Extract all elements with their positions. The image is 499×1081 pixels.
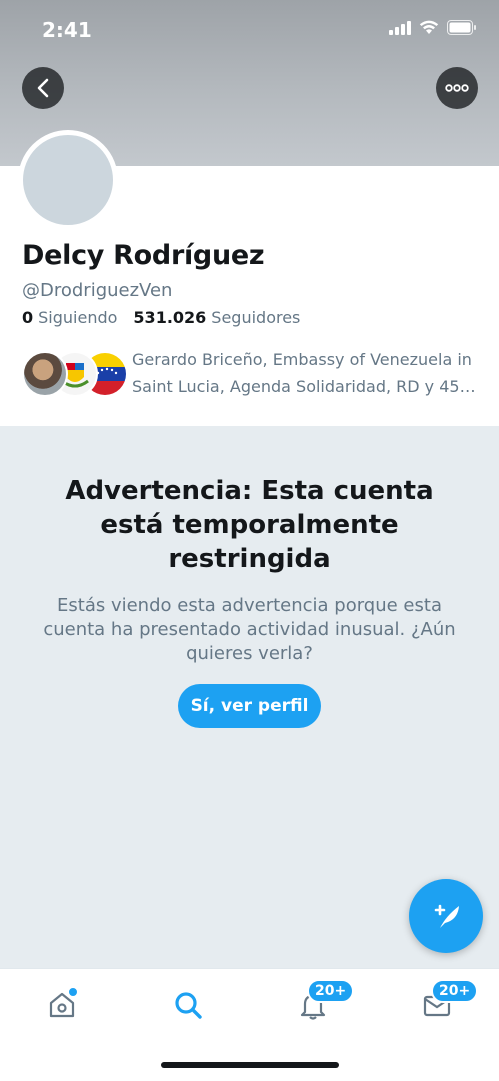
status-bar: 2:41 (0, 0, 499, 60)
following-count: 0 (22, 308, 34, 327)
follower-avatars (22, 351, 128, 397)
profile-stats: 0 Siguiendo 531.026 Seguidores (22, 308, 300, 327)
warning-body: Estás viendo esta advertencia porque est… (43, 595, 456, 664)
profile-avatar[interactable] (18, 130, 118, 230)
notifications-badge: 20+ (307, 979, 355, 1003)
battery-icon (447, 20, 476, 35)
home-indicator (161, 1062, 339, 1068)
wifi-icon (419, 20, 439, 34)
followers-you-know[interactable]: Gerardo Briceño, Embassy of Venezuela in… (22, 346, 482, 402)
followers-count: 531.026 (133, 308, 207, 327)
back-button[interactable] (22, 67, 64, 109)
messages-badge: 20+ (431, 979, 479, 1003)
followers-you-know-line: Gerardo Briceño, Embassy of Venezuela in (132, 350, 472, 369)
chevron-left-icon (37, 78, 49, 98)
tab-notifications[interactable]: 20+ (293, 979, 355, 1025)
status-icons (389, 20, 477, 35)
warning-title: Advertencia: Esta cuenta está temporalme… (65, 476, 434, 574)
status-time: 2:41 (42, 18, 92, 42)
followers-stat[interactable]: 531.026 Seguidores (133, 308, 300, 327)
tab-messages[interactable]: 20+ (417, 979, 479, 1025)
followers-you-know-line: Saint Lucia, Agenda Solidaridad, RD y 45… (132, 377, 476, 396)
follower-avatar (22, 351, 68, 397)
followers-you-know-text: Gerardo Briceño, Embassy of Venezuela in… (132, 346, 482, 400)
more-options-button[interactable] (436, 67, 478, 109)
profile-name: Delcy Rodríguez (22, 240, 265, 271)
more-horizontal-icon (445, 84, 469, 92)
profile-handle: @DrodriguezVen (22, 280, 173, 301)
view-profile-button[interactable]: Sí, ver perfil (178, 684, 321, 728)
compose-tweet-button[interactable] (409, 879, 483, 953)
search-icon (175, 992, 202, 1019)
tab-search[interactable] (168, 985, 208, 1025)
tab-home[interactable] (42, 985, 82, 1025)
compose-feather-icon (434, 904, 459, 928)
followers-label: Seguidores (211, 308, 301, 327)
signal-icon (389, 20, 411, 35)
following-label: Siguiendo (38, 308, 118, 327)
new-content-dot (68, 987, 78, 997)
following-stat[interactable]: 0 Siguiendo (22, 308, 117, 327)
